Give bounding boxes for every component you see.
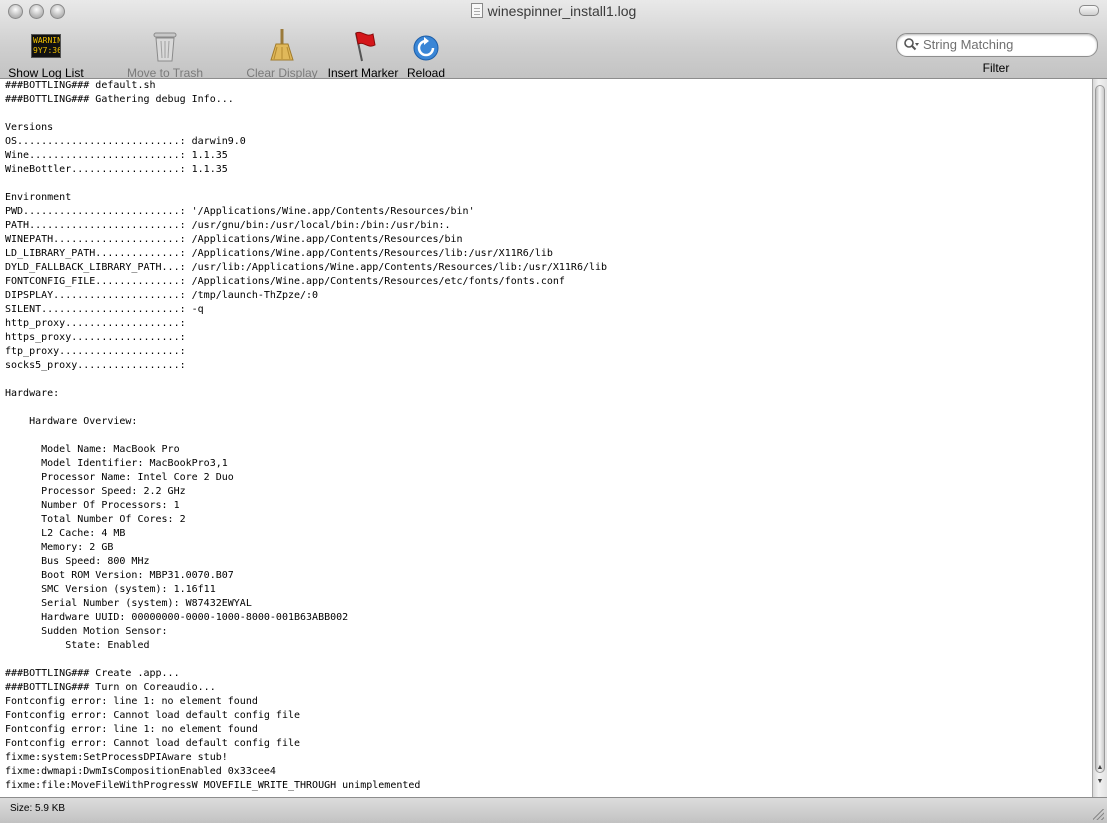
show-log-list-button[interactable]: WARNIN 9Y7:36 Show Log List xyxy=(6,28,86,80)
log-line: Fontconfig error: Cannot load default co… xyxy=(5,710,301,721)
flag-icon xyxy=(355,31,376,62)
log-line: ftp_proxy....................: xyxy=(5,346,186,357)
log-line: fixme:dwmapi:DwmIsCompositionEnabled 0x3… xyxy=(5,766,276,777)
scrollbar-thumb[interactable] xyxy=(1095,85,1105,773)
log-line: Total Number Of Cores: 2 xyxy=(5,514,186,525)
log-line: DYLD_FALLBACK_LIBRARY_PATH...: /usr/lib:… xyxy=(5,262,608,273)
log-line: ###BOTTLING### Gathering debug Info... xyxy=(5,94,234,105)
console-window: winespinner_install1.log WARNIN 9Y7:36 S… xyxy=(0,0,1107,823)
document-icon xyxy=(470,3,483,18)
move-to-trash-label: Move to Trash xyxy=(126,66,204,80)
log-warning-icon: WARNIN 9Y7:36 xyxy=(31,34,61,58)
broom-icon xyxy=(270,29,294,61)
log-line: Hardware Overview: xyxy=(5,416,138,427)
log-line: fixme:file:MoveFileWithProgressW MOVEFIL… xyxy=(5,780,421,791)
log-line: http_proxy...................: xyxy=(5,318,186,329)
insert-marker-button[interactable]: Insert Marker xyxy=(324,28,402,80)
log-line: ###BOTTLING### default.sh xyxy=(5,80,156,91)
unified-toolbar: winespinner_install1.log WARNIN 9Y7:36 S… xyxy=(0,0,1107,80)
log-line: PATH.........................: /usr/gnu/… xyxy=(5,220,451,231)
log-line: Model Identifier: MacBookPro3,1 xyxy=(5,458,228,469)
log-line: L2 Cache: 4 MB xyxy=(5,528,126,539)
log-line: State: Enabled xyxy=(5,640,150,651)
reload-button[interactable]: Reload xyxy=(404,28,448,80)
log-line: OS...........................: darwin9.0 xyxy=(5,136,246,147)
log-line: FONTCONFIG_FILE..............: /Applicat… xyxy=(5,276,565,287)
reload-icon xyxy=(413,35,439,61)
log-line: Wine.........................: 1.1.35 xyxy=(5,150,228,161)
log-line: LD_LIBRARY_PATH..............: /Applicat… xyxy=(5,248,553,259)
log-line: Number Of Processors: 1 xyxy=(5,500,180,511)
insert-marker-label: Insert Marker xyxy=(327,66,399,80)
log-line: Fontconfig error: Cannot load default co… xyxy=(5,738,301,749)
window-title: winespinner_install1.log xyxy=(0,3,1107,19)
reload-label: Reload xyxy=(406,66,446,80)
log-line: WINEPATH.....................: /Applicat… xyxy=(5,234,463,245)
search-input[interactable] xyxy=(923,36,1088,53)
log-text-view[interactable]: ###BOTTLING### default.sh ###BOTTLING### … xyxy=(0,79,1092,797)
log-line: WineBottler..................: 1.1.35 xyxy=(5,164,228,175)
log-line: DIPSPLAY.....................: /tmp/laun… xyxy=(5,290,319,301)
show-log-list-label: Show Log List xyxy=(8,66,84,80)
log-line: Fontconfig error: line 1: no element fou… xyxy=(5,724,258,735)
log-line: Hardware UUID: 00000000-0000-1000-8000-0… xyxy=(5,612,349,623)
log-line: SMC Version (system): 1.16f11 xyxy=(5,584,216,595)
trash-icon xyxy=(153,32,177,62)
log-line: Memory: 2 GB xyxy=(5,542,114,553)
log-line: Fontconfig error: line 1: no element fou… xyxy=(5,696,258,707)
log-line: Model Name: MacBook Pro xyxy=(5,444,180,455)
log-line: ###BOTTLING### Turn on Coreaudio... xyxy=(5,682,216,693)
toolbar-toggle-button[interactable] xyxy=(1079,5,1099,16)
log-line: Processor Speed: 2.2 GHz xyxy=(5,486,186,497)
log-size-label: Size: 5.9 KB xyxy=(10,803,66,814)
clear-display-label: Clear Display xyxy=(246,66,318,80)
move-to-trash-button[interactable]: Move to Trash xyxy=(124,28,206,80)
window-title-text: winespinner_install1.log xyxy=(487,3,637,19)
log-line: https_proxy..................: xyxy=(5,332,186,343)
filter-label: Filter xyxy=(982,61,1010,75)
resize-grip-icon[interactable] xyxy=(1093,809,1104,820)
log-line: Versions xyxy=(5,122,54,133)
log-line: SILENT.......................: -q xyxy=(5,304,204,315)
log-line: socks5_proxy.................: xyxy=(5,360,186,371)
log-line: Sudden Motion Sensor: xyxy=(5,626,168,637)
scroll-up-arrow-icon[interactable]: ▲ xyxy=(1093,763,1107,773)
status-bar: Size: 5.9 KB xyxy=(0,797,1107,823)
vertical-scrollbar[interactable]: ▲ ▼ xyxy=(1092,79,1107,797)
search-field[interactable] xyxy=(896,33,1098,57)
search-icon xyxy=(904,38,919,51)
log-line: Boot ROM Version: MBP31.0070.B07 xyxy=(5,570,234,581)
log-line: fixme:system:SetProcessDPIAware stub! xyxy=(5,752,228,763)
log-line: Serial Number (system): W87432EWYAL xyxy=(5,598,252,609)
scroll-down-arrow-icon[interactable]: ▼ xyxy=(1093,777,1107,787)
log-line: PWD..........................: '/Applica… xyxy=(5,206,475,217)
log-line: Hardware: xyxy=(5,388,60,399)
log-line: Environment xyxy=(5,192,72,203)
log-line: Processor Name: Intel Core 2 Duo xyxy=(5,472,234,483)
log-line: ###BOTTLING### Create .app... xyxy=(5,668,180,679)
log-line: Bus Speed: 800 MHz xyxy=(5,556,150,567)
clear-display-button[interactable]: Clear Display xyxy=(244,28,320,80)
